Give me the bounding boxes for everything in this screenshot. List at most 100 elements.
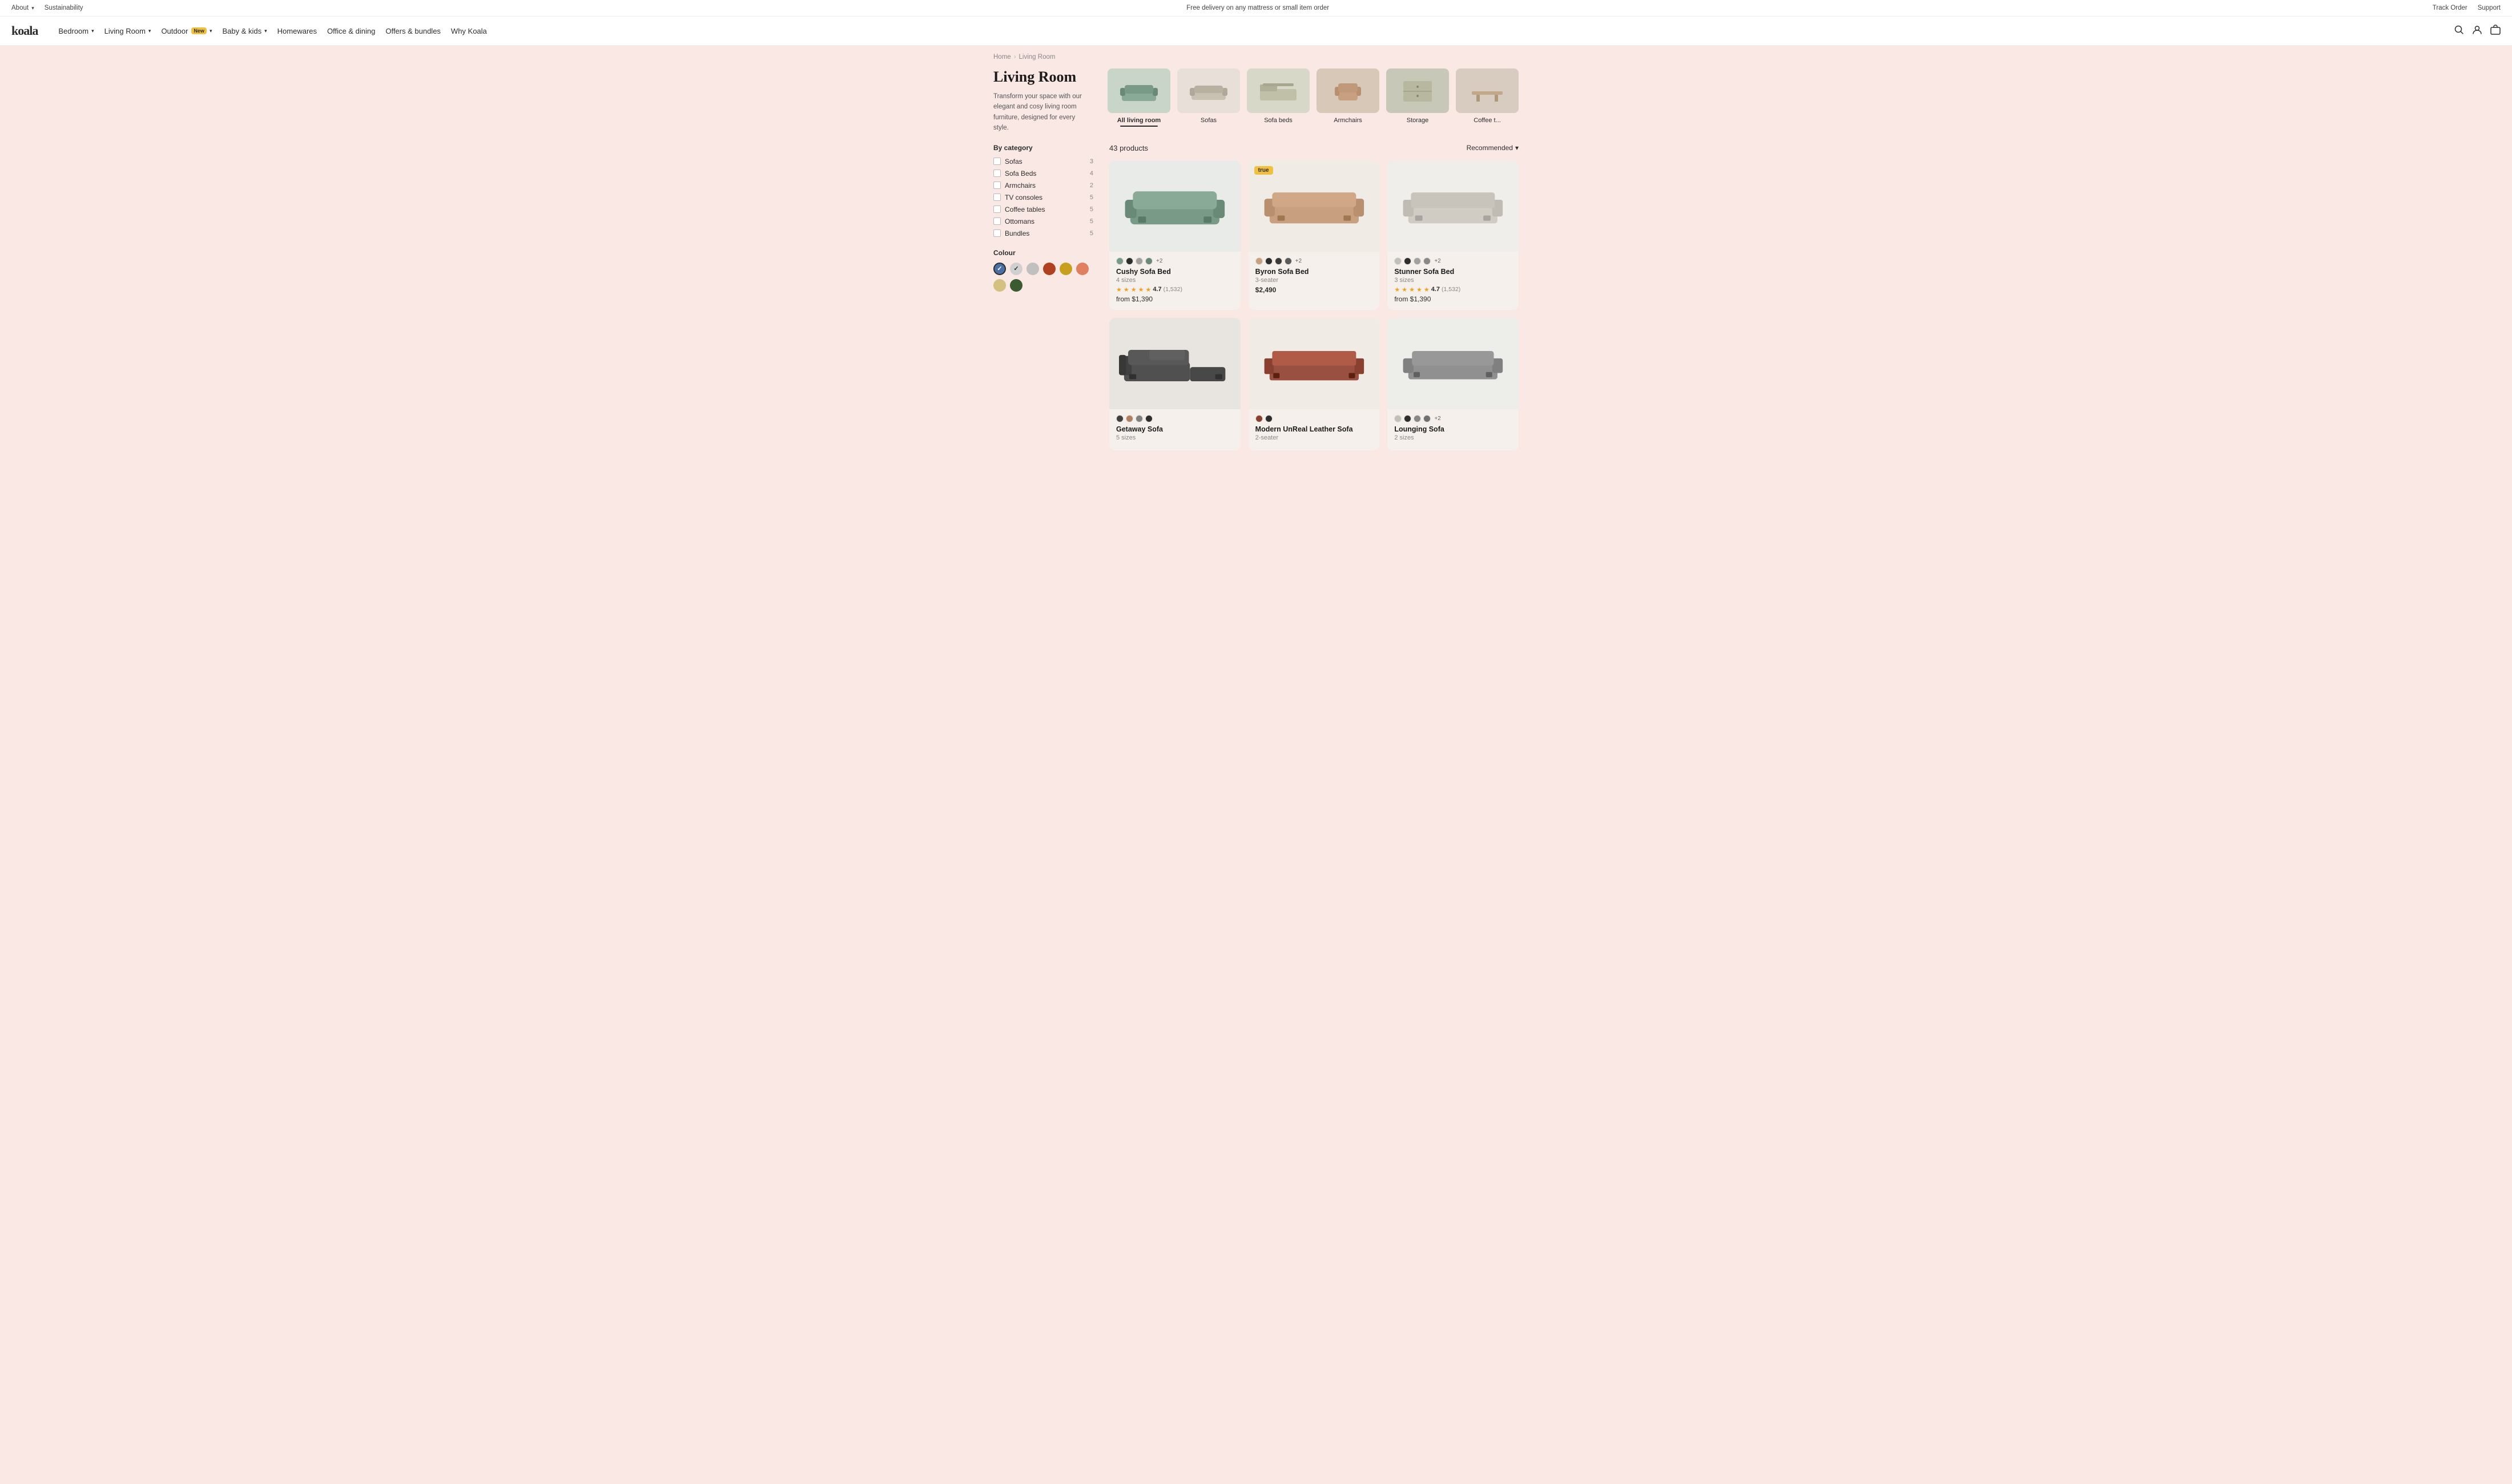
- filter-armchairs-label: Armchairs: [1005, 182, 1036, 189]
- nav-office-dining[interactable]: Office & dining: [327, 27, 375, 35]
- breadcrumb-separator: ›: [1014, 54, 1016, 61]
- track-order-link[interactable]: Track Order: [2433, 5, 2467, 11]
- nav-icons: [2454, 25, 2501, 38]
- nav-why-koala[interactable]: Why Koala: [451, 27, 487, 35]
- product-info-byron: +2 Byron Sofa Bed 3-seater $2,490: [1249, 252, 1380, 301]
- product-stars-stunner: ★ ★ ★ ★ ★ 4.7 (1,532): [1394, 286, 1512, 293]
- product-card-modern[interactable]: Modern UnReal Leather Sofa 2-seater: [1249, 318, 1380, 450]
- star2: ★: [1124, 286, 1129, 293]
- swatch-lounging-2[interactable]: [1404, 415, 1411, 422]
- swatch-getaway-4[interactable]: [1145, 415, 1153, 422]
- swatch-cushy-2[interactable]: [1126, 257, 1133, 265]
- swatch-lounging-1[interactable]: [1394, 415, 1402, 422]
- category-sofas[interactable]: Sofas: [1177, 68, 1240, 127]
- product-img-byron: true: [1249, 160, 1380, 252]
- swatch-stunner-4[interactable]: [1423, 257, 1431, 265]
- products-count: 43 products: [1109, 144, 1148, 152]
- filter-tv-left: TV consoles: [993, 193, 1042, 201]
- filter-ottomans-checkbox[interactable]: [993, 217, 1001, 225]
- filter-tv-consoles[interactable]: TV consoles 5: [993, 193, 1093, 201]
- swatch-cushy-1[interactable]: [1116, 257, 1124, 265]
- filter-bundles[interactable]: Bundles 5: [993, 229, 1093, 237]
- filter-sofa-beds[interactable]: Sofa Beds 4: [993, 170, 1093, 178]
- product-name-cushy: Cushy Sofa Bed: [1116, 268, 1234, 276]
- swatch-cushy-4[interactable]: [1145, 257, 1153, 265]
- colour-swatch-yellow[interactable]: [1060, 263, 1072, 275]
- category-armchairs[interactable]: Armchairs: [1317, 68, 1379, 127]
- swatch-byron-3[interactable]: [1275, 257, 1282, 265]
- category-storage[interactable]: Storage: [1386, 68, 1449, 127]
- filter-sofas[interactable]: Sofas 3: [993, 158, 1093, 166]
- filter-sofas-checkbox[interactable]: [993, 158, 1001, 165]
- swatch-byron-2[interactable]: [1265, 257, 1273, 265]
- colour-swatch-lightgray[interactable]: ✓: [1010, 263, 1022, 275]
- swatch-modern-2[interactable]: [1265, 415, 1273, 422]
- product-card-lounging[interactable]: +2 Lounging Sofa 2 sizes: [1387, 318, 1519, 450]
- swatch-stunner-2[interactable]: [1404, 257, 1411, 265]
- about-link[interactable]: About ▾: [11, 5, 34, 11]
- colour-swatch-green[interactable]: [1010, 279, 1022, 292]
- search-icon[interactable]: [2454, 25, 2464, 38]
- product-name-getaway: Getaway Sofa: [1116, 425, 1234, 433]
- filter-ottomans[interactable]: Ottomans 5: [993, 217, 1093, 225]
- top-bar: About ▾ Sustainability Free delivery on …: [0, 0, 2512, 17]
- breadcrumb: Home › Living Room: [993, 54, 1519, 61]
- sustainability-link[interactable]: Sustainability: [45, 5, 83, 11]
- swatch-getaway-3[interactable]: [1136, 415, 1143, 422]
- swatch-byron-1[interactable]: [1255, 257, 1263, 265]
- support-link[interactable]: Support: [2478, 5, 2501, 11]
- filter-bundles-checkbox[interactable]: [993, 229, 1001, 237]
- nav-offers[interactable]: Offers & bundles: [385, 27, 441, 35]
- bedroom-arrow: ▾: [91, 28, 94, 34]
- filter-armchairs[interactable]: Armchairs 2: [993, 182, 1093, 189]
- colour-swatch-gray[interactable]: [1026, 263, 1039, 275]
- about-dropdown-arrow: ▾: [31, 5, 34, 11]
- filter-tv-count: 5: [1090, 194, 1093, 201]
- account-icon[interactable]: [2472, 25, 2482, 38]
- category-img-sofabeds: [1247, 68, 1310, 113]
- swatch-stunner-1[interactable]: [1394, 257, 1402, 265]
- swatch-lounging-4[interactable]: [1423, 415, 1431, 422]
- swatch-lounging-3[interactable]: [1414, 415, 1421, 422]
- breadcrumb-home[interactable]: Home: [993, 54, 1011, 61]
- swatch-cushy-3[interactable]: [1136, 257, 1143, 265]
- product-info-stunner: +2 Stunner Sofa Bed 3 sizes ★ ★ ★ ★ ★ 4.…: [1387, 252, 1519, 310]
- nav-outdoor[interactable]: Outdoor New ▾: [161, 27, 212, 35]
- category-all-living-room[interactable]: All living room: [1108, 68, 1170, 127]
- filter-armchairs-checkbox[interactable]: [993, 182, 1001, 189]
- colour-swatch-blue[interactable]: ✓: [993, 263, 1006, 275]
- swatch-getaway-1[interactable]: [1116, 415, 1124, 422]
- nav-baby-kids[interactable]: Baby & kids▾: [222, 27, 267, 35]
- logo[interactable]: koala: [11, 23, 38, 38]
- category-sofa-beds[interactable]: Sofa beds: [1247, 68, 1310, 127]
- hero-text: Living Room Transform your space with ou…: [993, 68, 1096, 134]
- swatch-modern-1[interactable]: [1255, 415, 1263, 422]
- nav-homewares[interactable]: Homewares: [277, 27, 317, 35]
- filter-sofa-beds-count: 4: [1090, 170, 1093, 177]
- nav-bedroom[interactable]: Bedroom▾: [58, 27, 94, 35]
- product-name-byron: Byron Sofa Bed: [1255, 268, 1373, 276]
- swatch-getaway-2[interactable]: [1126, 415, 1133, 422]
- product-card-getaway[interactable]: Getaway Sofa 5 sizes: [1109, 318, 1241, 450]
- colour-swatch-red[interactable]: [1043, 263, 1056, 275]
- colour-swatch-sand[interactable]: [993, 279, 1006, 292]
- product-colors-getaway: [1116, 415, 1234, 422]
- filter-sofa-beds-checkbox[interactable]: [993, 170, 1001, 177]
- product-card-byron[interactable]: true: [1249, 160, 1380, 310]
- sort-dropdown[interactable]: Recommended ▾: [1467, 144, 1519, 152]
- swatch-stunner-3[interactable]: [1414, 257, 1421, 265]
- swatch-byron-4[interactable]: [1285, 257, 1292, 265]
- colour-swatch-orange[interactable]: [1076, 263, 1089, 275]
- filter-coffee-checkbox[interactable]: [993, 205, 1001, 213]
- product-card-stunner[interactable]: +2 Stunner Sofa Bed 3 sizes ★ ★ ★ ★ ★ 4.…: [1387, 160, 1519, 310]
- star1: ★: [1394, 286, 1400, 293]
- nav-living-room[interactable]: Living Room▾: [104, 27, 151, 35]
- filter-tv-checkbox[interactable]: [993, 193, 1001, 201]
- breadcrumb-current: Living Room: [1019, 54, 1056, 61]
- product-card-cushy[interactable]: +2 Cushy Sofa Bed 4 sizes ★ ★ ★ ★ ★ 4.7 …: [1109, 160, 1241, 310]
- category-coffee-tables[interactable]: Coffee t...: [1456, 68, 1519, 127]
- product-size-modern: 2-seater: [1255, 434, 1373, 441]
- category-img-all: [1108, 68, 1170, 113]
- filter-coffee-tables[interactable]: Coffee tables 5: [993, 205, 1093, 213]
- cart-wrapper[interactable]: [2490, 25, 2501, 38]
